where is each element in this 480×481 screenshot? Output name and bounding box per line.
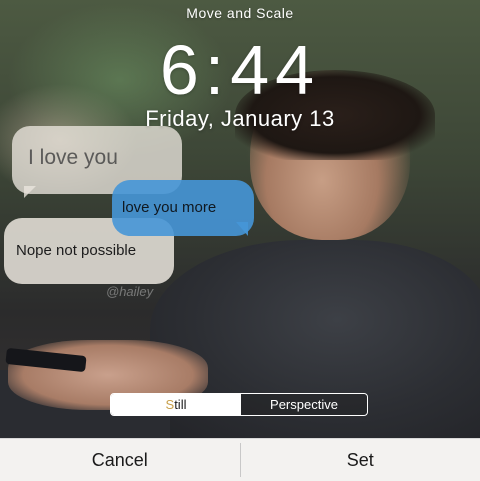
action-bar: Cancel Set — [0, 438, 480, 481]
still-option[interactable]: Still — [111, 394, 241, 415]
watermark: @hailey — [106, 284, 153, 299]
cancel-button[interactable]: Cancel — [0, 439, 240, 481]
wallpaper-bubble-2: love you more — [112, 180, 254, 236]
still-option-initial: S — [166, 397, 175, 412]
bubble-tail — [236, 222, 248, 236]
still-option-label: till — [174, 397, 186, 412]
lock-screen-date: Friday, January 13 — [0, 106, 480, 132]
page-title: Move and Scale — [0, 5, 480, 21]
lock-screen-time: 6:44 — [0, 30, 480, 110]
set-button[interactable]: Set — [241, 439, 480, 481]
motion-mode-toggle[interactable]: Still Perspective — [110, 393, 368, 416]
perspective-option[interactable]: Perspective — [241, 394, 367, 415]
wallpaper-preview[interactable]: I love you Nope not possible love you mo… — [0, 0, 480, 480]
